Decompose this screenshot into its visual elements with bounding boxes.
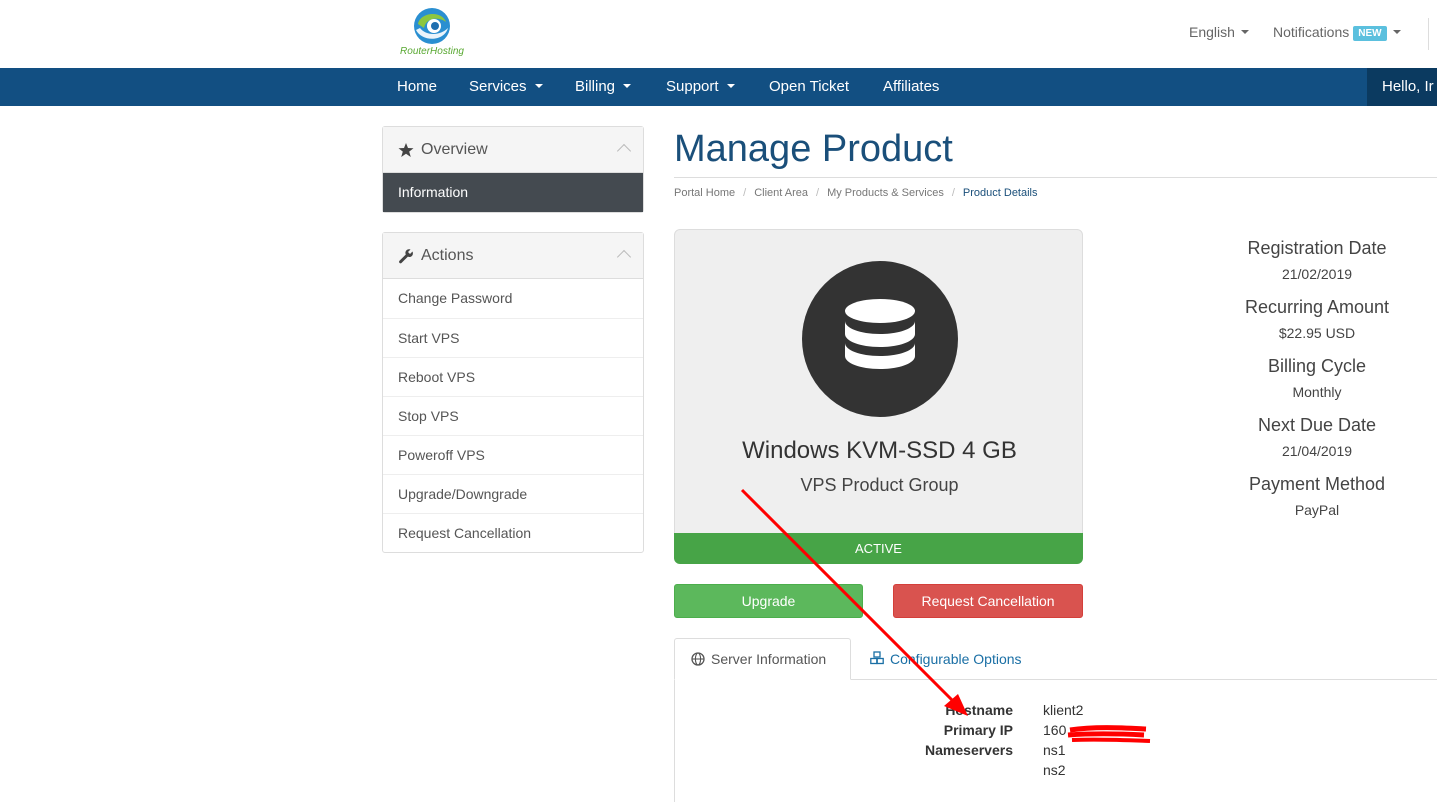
wrench-icon xyxy=(399,249,413,264)
breadcrumb-portal-home[interactable]: Portal Home xyxy=(674,187,735,199)
globe-icon xyxy=(691,652,705,666)
overview-title: Overview xyxy=(421,141,488,158)
hostname-label: Hostname xyxy=(945,702,1013,718)
logo-mark-icon xyxy=(414,8,450,44)
title-divider xyxy=(674,177,1437,178)
primary-ip-value: 160 xyxy=(1043,722,1067,738)
breadcrumb: Portal Home / Client Area / My Products & Se… xyxy=(674,187,1038,199)
sidebar-item-upgrade-downgrade[interactable]: Upgrade/Downgrade xyxy=(383,474,643,513)
actions-panel-header[interactable]: Actions xyxy=(383,233,643,279)
next-due-date-value: 21/04/2019 xyxy=(1281,443,1353,459)
billing-details: Registration Date 21/02/2019 Recurring A… xyxy=(1197,238,1437,533)
nav-services-label: Services xyxy=(469,78,527,95)
sidebar-item-request-cancellation[interactable]: Request Cancellation xyxy=(383,513,643,552)
nav-home-label: Home xyxy=(397,78,438,95)
chevron-down-icon xyxy=(1392,30,1401,34)
breadcrumb-separator: / xyxy=(816,187,820,199)
billing-cycle-value: Monthly xyxy=(1292,384,1342,400)
sidebar-item-start-vps[interactable]: Start VPS xyxy=(383,318,643,357)
actions-title: Actions xyxy=(421,247,474,264)
sidebar-item-poweroff-vps[interactable]: Poweroff VPS xyxy=(383,435,643,474)
nameserver-2: ns2 xyxy=(1043,762,1066,778)
billing-cycle-label: Billing Cycle xyxy=(1267,356,1367,376)
payment-method-value: PayPal xyxy=(1294,502,1340,518)
nav-billing[interactable]: Billing xyxy=(575,68,632,106)
language-dropdown[interactable]: English xyxy=(1189,24,1249,40)
notifications-dropdown[interactable]: Notifications NEW xyxy=(1273,24,1401,41)
header-divider xyxy=(1428,18,1429,50)
recurring-amount-label: Recurring Amount xyxy=(1244,297,1390,317)
chevron-down-icon xyxy=(1240,30,1249,34)
breadcrumb-client-area[interactable]: Client Area xyxy=(754,187,808,199)
nav-support[interactable]: Support xyxy=(666,68,735,106)
language-label: English xyxy=(1189,24,1235,40)
nav-home[interactable]: Home xyxy=(397,68,437,106)
chevron-up-icon[interactable] xyxy=(616,143,632,159)
next-due-date-label: Next Due Date xyxy=(1257,415,1377,435)
overview-panel: Overview Information xyxy=(382,126,644,213)
nav-affiliates[interactable]: Affiliates xyxy=(883,68,939,106)
upgrade-button[interactable]: Upgrade xyxy=(674,584,863,618)
logo-text: RouterHosting xyxy=(400,46,464,57)
tab-server-information[interactable]: Server Information xyxy=(674,638,851,680)
notifications-label: Notifications xyxy=(1273,24,1350,40)
star-icon xyxy=(398,143,414,157)
chevron-down-icon xyxy=(726,84,735,88)
registration-date-value: 21/02/2019 xyxy=(1281,266,1353,282)
nav-affiliates-label: Affiliates xyxy=(883,78,940,95)
actions-panel: Actions Change Password Start VPS Reboot… xyxy=(382,232,644,553)
breadcrumb-separator: / xyxy=(951,187,955,199)
nameservers-label: Nameservers xyxy=(925,742,1013,758)
tab-configurable-options[interactable]: Configurable Options xyxy=(870,638,1022,680)
cubes-icon xyxy=(870,651,884,665)
sidebar-item-stop-vps[interactable]: Stop VPS xyxy=(383,396,643,435)
page-title: Manage Product xyxy=(674,128,953,170)
primary-ip-label: Primary IP xyxy=(943,722,1013,738)
sidebar-item-information[interactable]: Information xyxy=(383,173,643,212)
tab-content-border xyxy=(674,680,675,802)
breadcrumb-product-details: Product Details xyxy=(962,187,1038,199)
database-icon xyxy=(845,299,915,369)
nav-services[interactable]: Services xyxy=(469,68,543,106)
main-navbar: Home Services Billing Support Open Ticke… xyxy=(0,68,1437,106)
chevron-up-icon[interactable] xyxy=(616,249,632,265)
breadcrumb-separator: / xyxy=(743,187,747,199)
router-hosting-logo[interactable]: RouterHosting xyxy=(386,6,478,62)
request-cancellation-button[interactable]: Request Cancellation xyxy=(893,584,1083,618)
nameserver-1: ns1 xyxy=(1043,742,1066,758)
overview-panel-header[interactable]: Overview xyxy=(383,127,643,173)
product-group: VPS Product Group xyxy=(800,475,959,495)
hostname-value: klient2 xyxy=(1043,702,1084,718)
nav-billing-label: Billing xyxy=(575,78,616,95)
sidebar-item-change-password[interactable]: Change Password xyxy=(383,279,643,318)
chevron-down-icon xyxy=(534,84,543,88)
sidebar-item-reboot-vps[interactable]: Reboot VPS xyxy=(383,357,643,396)
nav-open-ticket[interactable]: Open Ticket xyxy=(769,68,849,106)
top-header: RouterHosting English Notifications NEW xyxy=(0,0,1437,68)
chevron-down-icon xyxy=(623,84,632,88)
registration-date-label: Registration Date xyxy=(1247,238,1387,258)
tab-configurable-options-label: Configurable Options xyxy=(890,651,1022,667)
redaction-scribble xyxy=(1067,725,1151,743)
payment-method-label: Payment Method xyxy=(1248,474,1386,494)
nav-open-ticket-label: Open Ticket xyxy=(769,78,850,95)
tab-server-information-label: Server Information xyxy=(711,651,827,667)
product-icon-circle xyxy=(802,261,958,417)
status-badge: ACTIVE xyxy=(674,533,1083,564)
product-card: Windows KVM-SSD 4 GB VPS Product Group xyxy=(674,229,1083,535)
recurring-amount-value: $22.95 USD xyxy=(1278,325,1356,341)
new-badge: NEW xyxy=(1353,26,1387,41)
user-greeting[interactable]: Hello, Ir xyxy=(1367,68,1437,106)
product-name: Windows KVM-SSD 4 GB xyxy=(742,437,1017,464)
breadcrumb-my-products[interactable]: My Products & Services xyxy=(827,187,944,199)
nav-support-label: Support xyxy=(666,78,719,95)
